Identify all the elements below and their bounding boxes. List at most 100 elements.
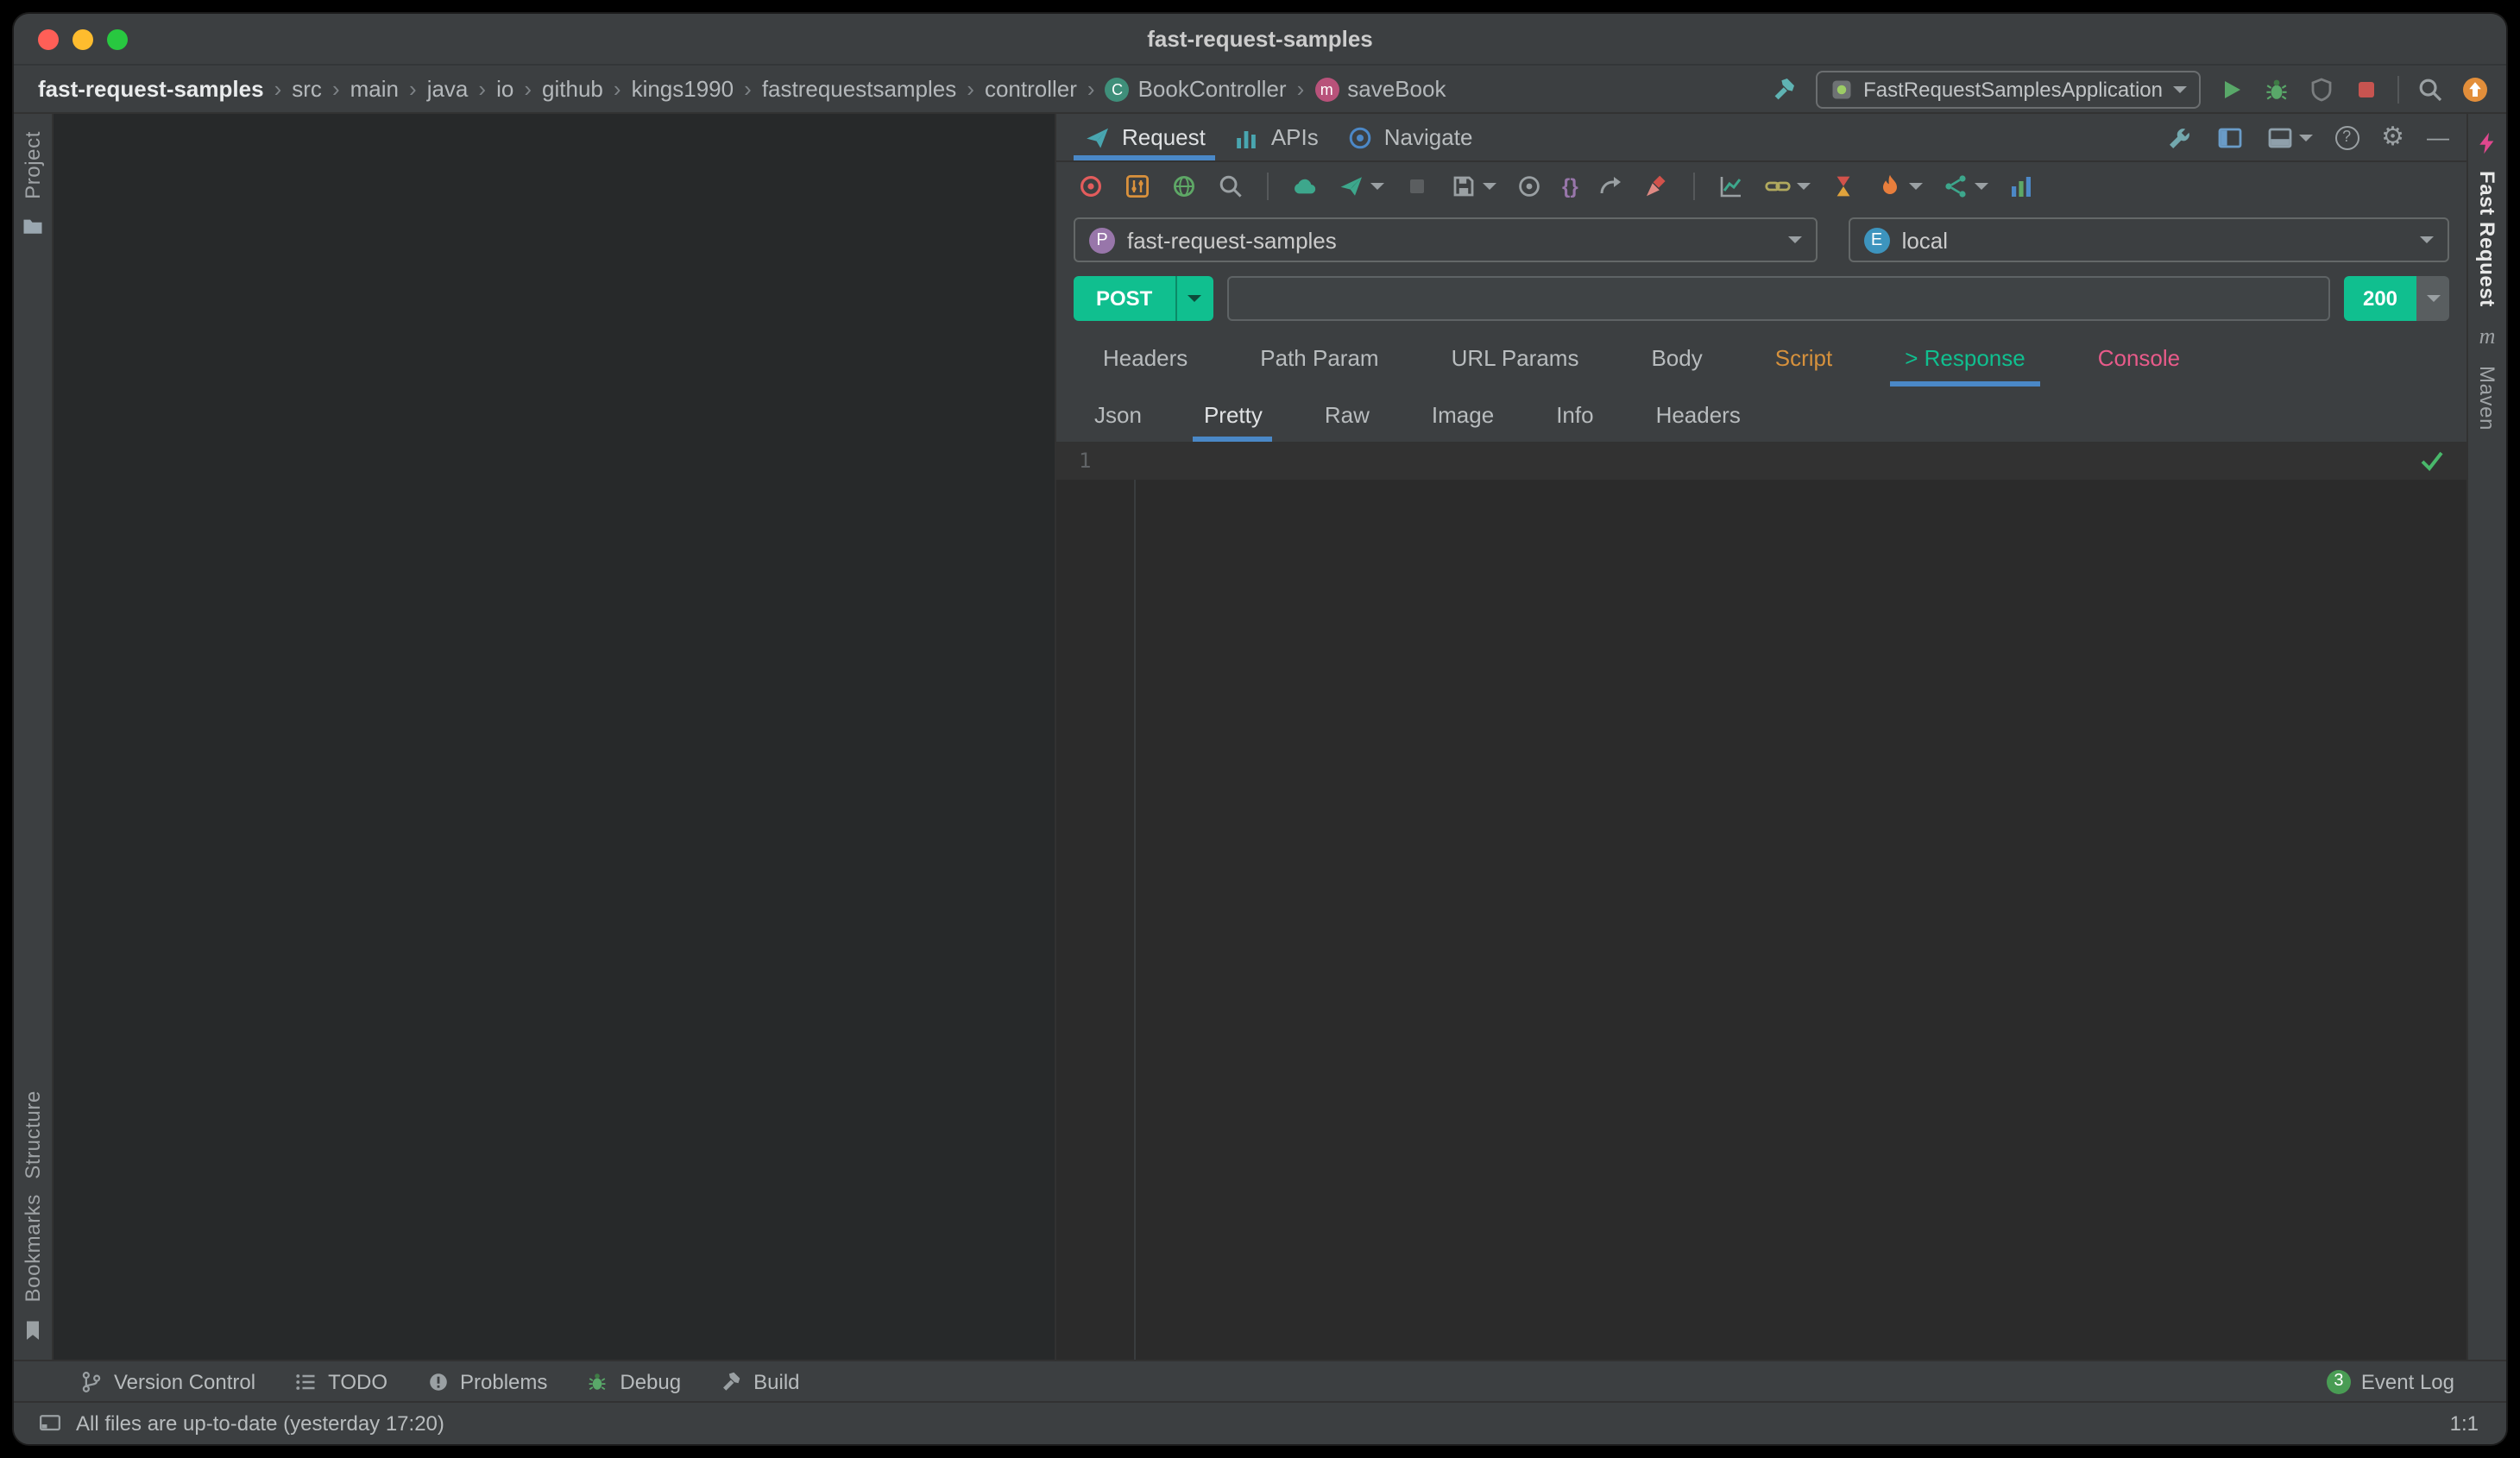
tab-image[interactable]: Image — [1425, 386, 1501, 442]
close-window-button[interactable] — [38, 29, 59, 50]
method-select[interactable]: POST — [1074, 276, 1213, 321]
run-button[interactable] — [2218, 75, 2246, 103]
method-dropdown-button[interactable] — [1175, 276, 1213, 321]
link-dropdown[interactable] — [1765, 173, 1811, 200]
send-request-dropdown[interactable] — [1338, 173, 1384, 200]
project-select[interactable]: P fast-request-samples — [1074, 217, 1818, 262]
zoom-window-button[interactable] — [107, 29, 128, 50]
response-editor[interactable]: 1 — [1056, 442, 2466, 1360]
toolwindow-debug[interactable]: Debug — [585, 1369, 681, 1393]
tab-script[interactable]: Script — [1767, 328, 1841, 386]
breadcrumb-separator: › — [332, 76, 340, 102]
editor-area[interactable] — [54, 114, 1055, 1360]
status-message: All files are up-to-date (yesterday 17:2… — [76, 1411, 444, 1436]
minimize-window-button[interactable] — [72, 29, 93, 50]
breadcrumb-item-method[interactable]: m saveBook — [1314, 76, 1446, 102]
environment-select[interactable]: E local — [1849, 217, 2449, 262]
flame-dropdown[interactable] — [1877, 173, 1924, 200]
tab-json[interactable]: Json — [1087, 386, 1149, 442]
toolwindow-todo[interactable]: TODO — [293, 1369, 387, 1393]
mock-cloud-icon[interactable] — [1291, 173, 1319, 200]
toolbar-separator — [2397, 75, 2399, 103]
stats-bars-icon[interactable] — [2008, 173, 2036, 200]
scan-target-icon[interactable] — [1515, 173, 1543, 200]
environment-badge-icon: E — [1864, 227, 1890, 253]
tab-response[interactable]: > Response — [1896, 328, 2034, 386]
sidebar-item-maven[interactable]: Maven — [2475, 366, 2499, 430]
chevron-down-icon — [2426, 295, 2440, 302]
tab-headers[interactable]: Headers — [1094, 328, 1196, 386]
valid-check-icon — [2418, 447, 2446, 474]
toolwindow-problems[interactable]: Problems — [425, 1369, 547, 1393]
record-target-icon[interactable] — [1077, 173, 1105, 200]
tab-console[interactable]: Console — [2089, 328, 2189, 386]
event-log-item[interactable]: 3 Event Log — [2327, 1369, 2454, 1393]
timeout-hourglass-icon[interactable] — [1830, 173, 1858, 200]
share-dropdown[interactable] — [1943, 173, 1989, 200]
chevron-down-icon — [1910, 183, 1924, 190]
layout-panel-icon[interactable] — [2215, 123, 2243, 151]
breadcrumb-separator: › — [614, 76, 621, 102]
tab-url-params[interactable]: URL Params — [1443, 328, 1588, 386]
search-everywhere-icon[interactable] — [2416, 75, 2444, 103]
stop-button[interactable] — [2353, 75, 2380, 103]
sidebar-item-fast-request[interactable]: Fast Request — [2475, 171, 2499, 307]
save-dropdown[interactable] — [1450, 173, 1496, 200]
breadcrumb-item[interactable]: main — [350, 76, 399, 102]
settings-wrench-icon[interactable] — [2165, 123, 2193, 151]
run-configuration-select[interactable]: FastRequestSamplesApplication — [1815, 70, 2201, 108]
search-icon[interactable] — [1217, 173, 1244, 200]
sidebar-item-project[interactable]: Project — [21, 131, 45, 199]
build-hammer-icon[interactable] — [1770, 75, 1798, 103]
layout-options-dropdown[interactable] — [2265, 123, 2312, 151]
title-bar: fast-request-samples — [14, 14, 2506, 66]
breadcrumb-item[interactable]: fast-request-samples — [38, 76, 264, 102]
folder-icon — [21, 215, 45, 239]
caret-position[interactable]: 1:1 — [2450, 1411, 2479, 1436]
clear-broom-icon[interactable] — [1644, 173, 1672, 200]
event-count-badge: 3 — [2327, 1369, 2351, 1393]
breadcrumb-item[interactable]: src — [292, 76, 322, 102]
breadcrumb-item[interactable]: kings1990 — [632, 76, 734, 102]
tab-raw[interactable]: Raw — [1318, 386, 1377, 442]
status-history-dropdown[interactable] — [2416, 276, 2449, 321]
breadcrumb-item[interactable]: java — [427, 76, 469, 102]
tab-path-param[interactable]: Path Param — [1251, 328, 1387, 386]
tab-body[interactable]: Body — [1642, 328, 1710, 386]
breadcrumb-item[interactable]: io — [496, 76, 513, 102]
breadcrumb-item-class[interactable]: C BookController — [1106, 76, 1287, 102]
hide-panel-icon[interactable]: — — [2427, 126, 2449, 148]
redo-icon[interactable] — [1597, 173, 1625, 200]
tab-navigate[interactable]: Navigate — [1332, 114, 1487, 160]
debug-bug-icon — [585, 1369, 609, 1393]
editor-current-line[interactable]: 1 — [1056, 442, 2466, 480]
sidebar-item-bookmarks[interactable]: Bookmarks — [21, 1195, 45, 1303]
breadcrumb-separator: › — [744, 76, 752, 102]
sliders-config-icon[interactable] — [1124, 173, 1151, 200]
toolwindow-build[interactable]: Build — [719, 1369, 799, 1393]
url-input[interactable] — [1226, 276, 2330, 321]
method-icon: m — [1314, 77, 1339, 101]
stop-request-icon[interactable] — [1403, 173, 1431, 200]
help-icon[interactable]: ? — [2334, 125, 2359, 149]
gear-icon[interactable]: ⚙ — [2381, 124, 2404, 150]
coverage-button[interactable] — [2308, 75, 2335, 103]
sidebar-item-structure[interactable]: Structure — [21, 1090, 45, 1179]
tab-request[interactable]: Request — [1070, 114, 1219, 160]
chart-icon[interactable] — [1718, 173, 1746, 200]
breadcrumb-item[interactable]: github — [542, 76, 603, 102]
breadcrumb-item[interactable]: controller — [985, 76, 1077, 102]
breadcrumb-item[interactable]: fastrequestsamples — [762, 76, 956, 102]
toolwindow-version-control[interactable]: Version Control — [79, 1369, 255, 1393]
toolwindow-toggle-icon[interactable] — [38, 1411, 62, 1436]
tab-resp-headers[interactable]: Headers — [1649, 386, 1748, 442]
debug-button[interactable] — [2263, 75, 2290, 103]
tab-info[interactable]: Info — [1549, 386, 1600, 442]
globe-icon[interactable] — [1170, 173, 1198, 200]
breadcrumb-separator: › — [1087, 76, 1095, 102]
braces-icon[interactable]: {} — [1562, 176, 1578, 197]
tab-pretty[interactable]: Pretty — [1197, 386, 1269, 442]
update-notification-icon[interactable] — [2461, 75, 2489, 103]
tab-apis[interactable]: APIs — [1219, 114, 1332, 160]
run-config-name: FastRequestSamplesApplication — [1863, 77, 2163, 101]
